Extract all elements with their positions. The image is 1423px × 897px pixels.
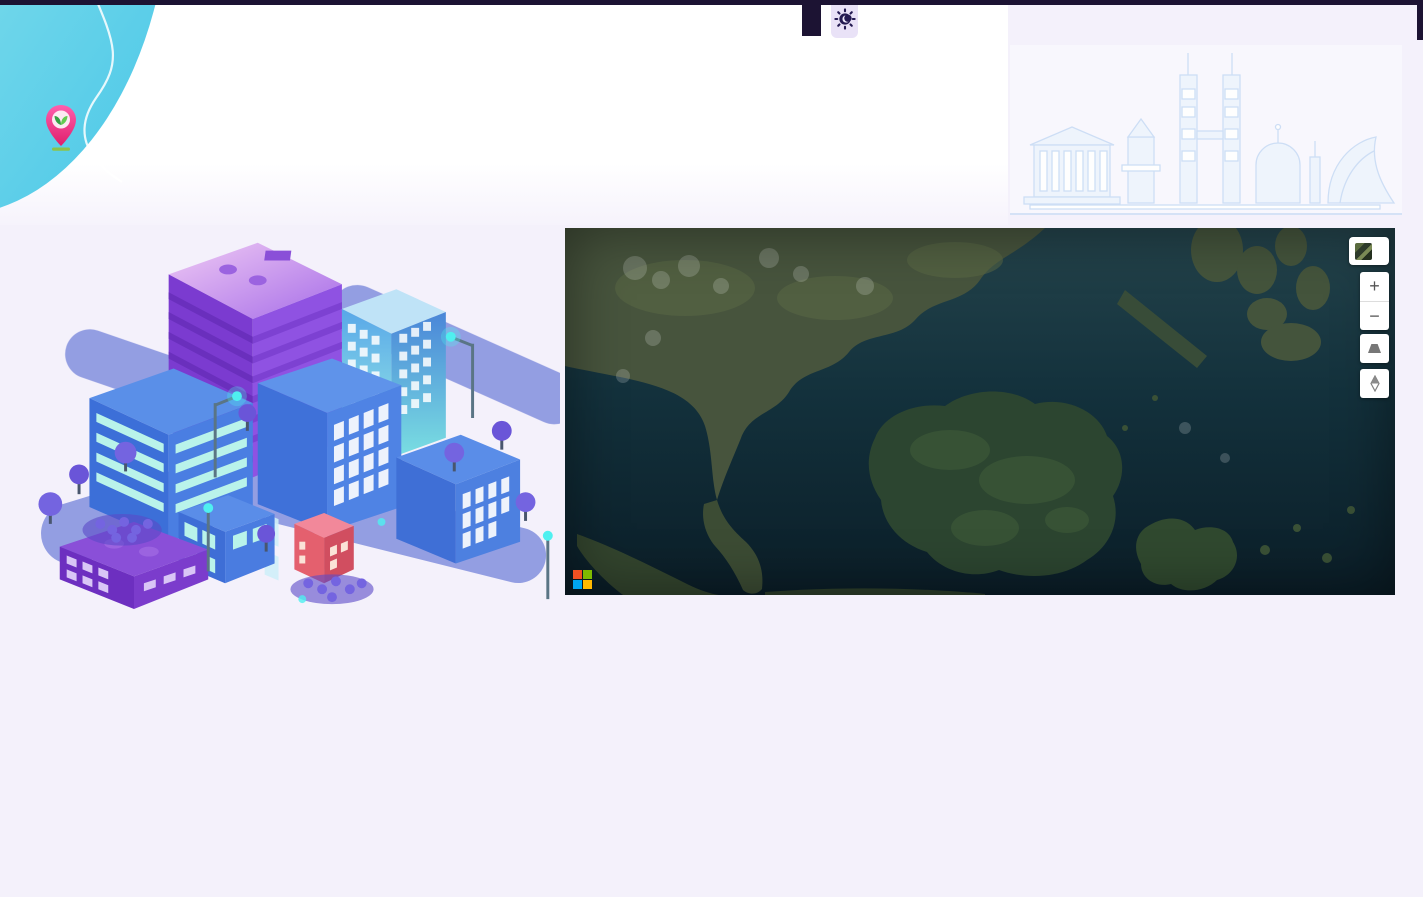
compass-needle-icon (1369, 375, 1381, 392)
map-style-satellite-button[interactable] (1349, 237, 1389, 265)
zoom-in-button[interactable]: + (1360, 272, 1389, 301)
dashboard-root: + − (0, 0, 1423, 897)
city-skyline-illustration (1010, 45, 1402, 213)
top-accent-strip (0, 0, 1423, 5)
right-edge-strip (1417, 0, 1423, 40)
map-brand (573, 570, 598, 589)
zoom-out-button[interactable]: − (1360, 301, 1389, 330)
sun-moon-icon (834, 8, 856, 35)
satellite-basemap (565, 228, 1395, 595)
theme-toggle-button[interactable] (831, 5, 858, 38)
microsoft-logo-icon (573, 570, 592, 589)
header-panel (0, 5, 1008, 225)
map-zoom-control: + − (1360, 272, 1389, 330)
location-pin-icon (44, 104, 78, 157)
population-card (1010, 45, 1402, 215)
minus-icon: − (1369, 306, 1380, 327)
plus-icon: + (1369, 276, 1380, 297)
map-attribution (1381, 580, 1387, 592)
compass-button[interactable] (1360, 369, 1389, 398)
factors-heading (18, 632, 23, 652)
tab-bar (826, 5, 858, 38)
pitch-icon (1368, 344, 1381, 353)
satellite-thumbnail-icon (1355, 243, 1372, 260)
pitch-toggle-button[interactable] (1360, 334, 1389, 363)
city-illustration (5, 215, 560, 611)
tab-bar-notch (802, 0, 821, 36)
azure-map[interactable]: + − (565, 228, 1395, 595)
